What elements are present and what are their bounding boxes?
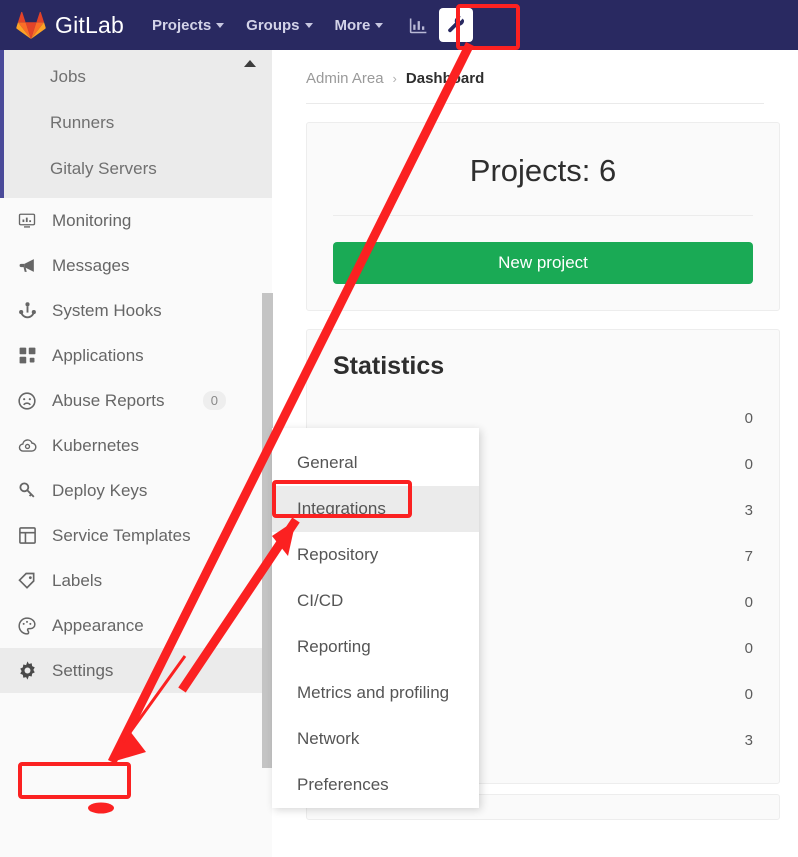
wrench-admin-icon [448,15,464,32]
sidebar-item-label: Messages [52,255,130,275]
chevron-down-icon [216,22,225,28]
navbar-links: Projects Groups More [151,16,384,34]
key-icon [14,480,40,502]
abuse-reports-badge: 0 [202,391,226,410]
sidebar-item-label: Gitaly Servers [50,159,157,178]
flyout-item-cicd[interactable]: CI/CD [272,578,479,624]
sidebar-item-label: Deploy Keys [52,480,148,500]
nav-link-groups[interactable]: Groups [246,16,313,34]
breadcrumb-current: Dashboard [405,70,485,87]
breadcrumb-separator-icon: › [392,71,397,86]
flyout-item-metrics-and-profiling[interactable]: Metrics and profiling [272,670,479,716]
sidebar-item-gitaly-servers[interactable]: Gitaly Servers [0,146,272,192]
flyout-item-label: Preferences [297,775,389,794]
sidebar-item-label: Settings [52,660,114,680]
sidebar-item-label: Appearance [52,615,144,635]
sidebar-item-settings[interactable]: Settings [0,648,272,693]
megaphone-icon [14,255,40,277]
sidebar-item-label: Jobs [50,67,86,86]
sidebar-item-label: Runners [50,113,115,132]
gear-icon [14,660,40,682]
grid-apps-icon [14,345,40,367]
nav-link-more-label: More [334,16,371,34]
sidebar-item-messages[interactable]: Messages [0,243,272,288]
sidebar-item-label: Abuse Reports [52,390,165,410]
flyout-item-general[interactable]: General [272,440,479,486]
flyout-item-repository[interactable]: Repository [272,532,479,578]
statistics-row-value: 3 [744,501,753,519]
statistics-row-value: 0 [744,639,753,657]
sidebar-item-jobs[interactable]: Jobs [0,54,272,100]
projects-card: Projects: 6 New project [306,122,780,311]
flyout-item-label: Integrations [297,499,386,518]
nav-link-projects[interactable]: Projects [151,16,225,34]
settings-flyout-menu: General Integrations Repository CI/CD Re… [272,428,479,808]
sidebar-item-kubernetes[interactable]: Kubernetes [0,423,272,468]
sidebar-item-deploy-keys[interactable]: Deploy Keys [0,468,272,513]
frown-face-icon [14,390,40,412]
flyout-item-label: Repository [297,545,379,564]
chevron-down-icon [375,22,384,28]
statistics-row-value: 0 [744,593,753,611]
statistics-title: Statistics [333,352,445,380]
kubernetes-cloud-icon [14,435,40,457]
brand-name: GitLab [55,11,124,38]
flyout-item-label: Metrics and profiling [297,683,450,702]
flyout-item-preferences[interactable]: Preferences [272,762,479,808]
nav-link-projects-label: Projects [151,16,212,34]
navbar-icon-group [401,8,474,42]
analytics-icon-button[interactable] [401,8,435,42]
statistics-row-value: 0 [744,455,753,473]
sidebar-item-label: Service Templates [52,525,191,545]
flyout-item-integrations[interactable]: Integrations [272,486,479,532]
statistics-row-value: 0 [744,685,753,703]
nav-link-groups-label: Groups [246,16,300,34]
statistics-row-value: 7 [744,547,753,565]
sidebar-item-abuse-reports[interactable]: Abuse Reports 0 [0,378,272,423]
sidebar-subgroup-overview: Jobs Runners Gitaly Servers [0,50,272,198]
flyout-item-label: Reporting [297,637,371,656]
chevron-down-icon [304,22,313,28]
monitor-icon [14,210,40,232]
flyout-item-label: General [297,453,358,472]
analytics-icon [409,18,427,33]
flyout-item-label: CI/CD [297,591,344,610]
sidebar-item-runners[interactable]: Runners [0,100,272,146]
label-tag-icon [14,570,40,592]
gitlab-logo-icon[interactable] [16,11,46,39]
sidebar-item-appearance[interactable]: Appearance [0,603,272,648]
breadcrumb: Admin Area › Dashboard [272,50,798,87]
new-project-button[interactable]: New project [333,242,753,284]
sidebar-item-labels[interactable]: Labels [0,558,272,603]
screenshot-root: GitLab Projects Groups More Jobs Runners… [0,0,798,857]
flyout-item-reporting[interactable]: Reporting [272,624,479,670]
projects-count: Projects: 6 [333,153,753,216]
template-icon [14,525,40,547]
top-navbar: GitLab Projects Groups More [0,0,798,50]
nav-link-more[interactable]: More [335,17,384,34]
sidebar-item-monitoring[interactable]: Monitoring [0,198,272,243]
sidebar-item-label: Applications [52,345,144,365]
sidebar-item-label: Labels [52,570,103,590]
statistics-row-value: 0 [744,409,753,427]
flyout-item-network[interactable]: Network [272,716,479,762]
palette-icon [14,615,40,637]
flyout-item-label: Network [297,729,360,748]
sidebar-item-label: Kubernetes [52,435,139,455]
sidebar-item-applications[interactable]: Applications [0,333,272,378]
sidebar-item-label: System Hooks [52,300,162,320]
sidebar-item-service-templates[interactable]: Service Templates [0,513,272,558]
admin-area-wrench-button[interactable] [439,8,474,42]
hook-icon [14,300,40,322]
scroll-up-arrow-icon[interactable] [244,60,256,67]
statistics-row-value: 3 [744,731,753,749]
breadcrumb-divider [306,103,764,104]
breadcrumb-root[interactable]: Admin Area [306,70,384,87]
sidebar-item-label: Monitoring [52,210,132,230]
sidebar-item-system-hooks[interactable]: System Hooks [0,288,272,333]
admin-sidebar: Jobs Runners Gitaly Servers Monitoring M… [0,50,273,857]
